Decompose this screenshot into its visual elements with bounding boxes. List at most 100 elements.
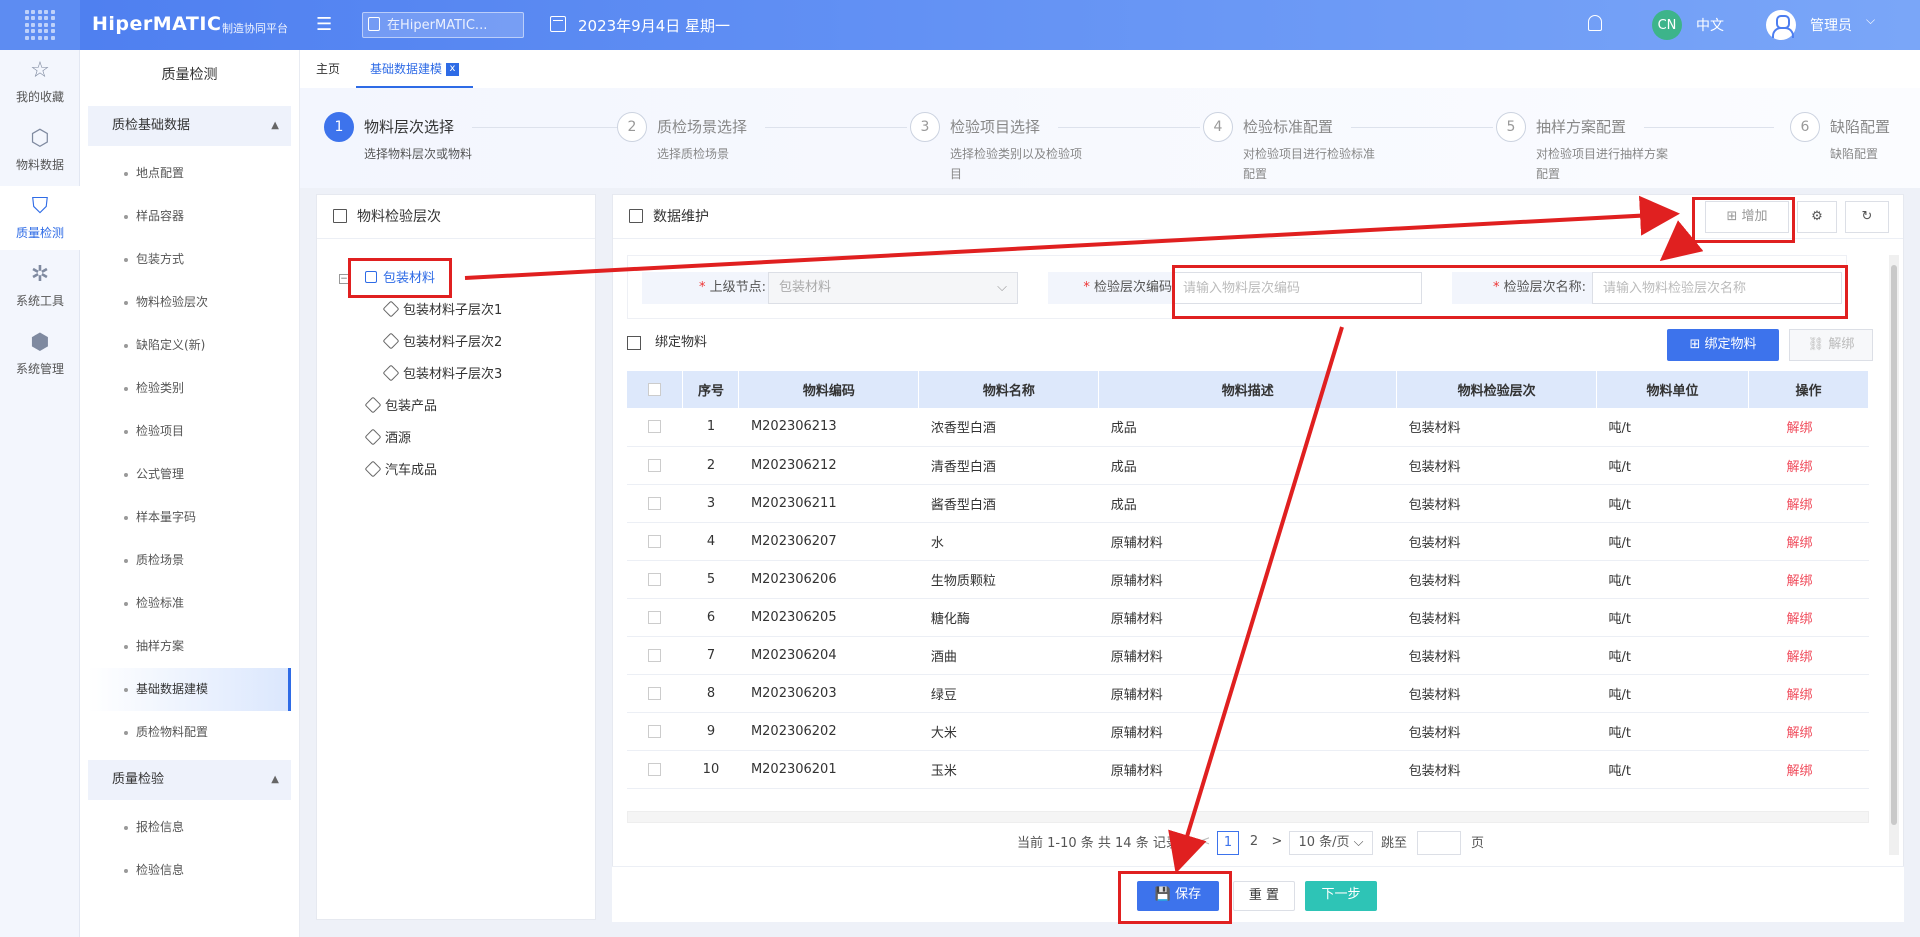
reset-button[interactable]: 重 置 xyxy=(1233,881,1295,911)
save-button[interactable]: 💾 保存 xyxy=(1137,881,1219,911)
sidebar-group-base[interactable]: 质检基础数据 ▲ xyxy=(88,106,291,146)
row-checkbox[interactable] xyxy=(648,610,662,624)
sidebar-item-active[interactable]: 基础数据建模 xyxy=(88,668,291,711)
global-search-input[interactable] xyxy=(362,12,524,38)
row-checkbox[interactable] xyxy=(648,496,662,510)
rail-item-quality[interactable]: ⛉ 质量检测 xyxy=(0,186,80,250)
unbind-link[interactable]: 解绑 xyxy=(1748,484,1869,523)
sidebar-item[interactable]: 检验类别 xyxy=(80,367,299,410)
add-button[interactable]: ⊞ 增加 xyxy=(1705,201,1789,233)
parent-node-select[interactable]: 包装材料 ⌵ xyxy=(768,272,1018,304)
select-all-cell xyxy=(627,371,684,408)
settings-gear-icon[interactable]: ⚙ xyxy=(1797,201,1837,233)
sidebar-item[interactable]: 公式管理 xyxy=(80,453,299,496)
table-row[interactable]: 8 M202306203 绿豆 原辅材料 包装材料 吨/t 解绑 xyxy=(627,674,1869,713)
table-cell: 原辅材料 xyxy=(1098,560,1397,599)
row-checkbox[interactable] xyxy=(648,648,662,662)
user-name[interactable]: 管理员 xyxy=(1810,15,1852,35)
bell-icon[interactable] xyxy=(1588,15,1602,31)
jump-page-input[interactable] xyxy=(1417,831,1461,855)
table-row[interactable]: 6 M202306205 糖化酶 原辅材料 包装材料 吨/t 解绑 xyxy=(627,598,1869,637)
table-row[interactable]: 3 M202306211 酱香型白酒 成品 包装材料 吨/t 解绑 xyxy=(627,484,1869,523)
tree-node-child[interactable]: 包装材料子层次3 xyxy=(382,363,502,382)
select-all-checkbox[interactable] xyxy=(648,383,662,396)
row-checkbox[interactable] xyxy=(648,762,662,776)
sidebar-item[interactable]: 报检信息 xyxy=(80,806,299,849)
tree-node[interactable]: 酒源 xyxy=(364,427,411,446)
unbind-link[interactable]: 解绑 xyxy=(1748,522,1869,561)
sidebar-item[interactable]: 包装方式 xyxy=(80,238,299,281)
tree-node-root[interactable]: 包装材料 xyxy=(365,267,435,286)
row-checkbox[interactable] xyxy=(648,572,662,586)
table-cell: 吨/t xyxy=(1596,560,1749,599)
language-label[interactable]: 中文 xyxy=(1696,15,1724,35)
user-avatar-icon[interactable] xyxy=(1766,10,1796,40)
sidebar-item[interactable]: 质检物料配置 xyxy=(80,711,299,754)
tree-node[interactable]: 包装产品 xyxy=(364,395,437,414)
table-cell: 吨/t xyxy=(1596,446,1749,485)
close-icon[interactable]: x xyxy=(446,63,460,76)
rail-item-tools[interactable]: ✲ 系统工具 xyxy=(0,254,80,318)
row-checkbox[interactable] xyxy=(648,420,662,434)
tree-node-child[interactable]: 包装材料子层次1 xyxy=(382,299,502,318)
table-row[interactable]: 1 M202306213 浓香型白酒 成品 包装材料 吨/t 解绑 xyxy=(627,408,1869,447)
sidebar-item[interactable]: 样本量字码 xyxy=(80,496,299,539)
tree-node[interactable]: 汽车成品 xyxy=(364,459,437,478)
tab-home[interactable]: 主页 xyxy=(316,50,340,88)
horizontal-scrollbar[interactable] xyxy=(627,811,1869,823)
sidebar-item[interactable]: 样品容器 xyxy=(80,195,299,238)
sidebar-item[interactable]: 检验信息 xyxy=(80,849,299,892)
table-row[interactable]: 10 M202306201 玉米 原辅材料 包装材料 吨/t 解绑 xyxy=(627,750,1869,789)
bind-material-button[interactable]: ⊞ 绑定物料 xyxy=(1667,329,1779,361)
unbind-link[interactable]: 解绑 xyxy=(1748,674,1869,713)
unbind-link[interactable]: 解绑 xyxy=(1748,636,1869,675)
next-step-button[interactable]: 下一步 xyxy=(1305,881,1377,911)
sidebar-item[interactable]: 抽样方案 xyxy=(80,625,299,668)
unbind-link[interactable]: 解绑 xyxy=(1748,560,1869,599)
unbind-link[interactable]: 解绑 xyxy=(1748,408,1869,447)
chevron-down-icon[interactable]: ⌵ xyxy=(1866,13,1875,28)
sidebar-item[interactable]: 物料检验层次 xyxy=(80,281,299,324)
sidebar-item[interactable]: 地点配置 xyxy=(80,152,299,195)
rail-item-system[interactable]: ⬢ 系统管理 xyxy=(0,322,80,386)
unbind-button[interactable]: ⛓ 解绑 xyxy=(1789,329,1873,361)
row-checkbox[interactable] xyxy=(648,534,662,548)
tree-node-child[interactable]: 包装材料子层次2 xyxy=(382,331,502,350)
sidebar-item[interactable]: 检验标准 xyxy=(80,582,299,625)
collapse-icon[interactable]: − xyxy=(339,274,349,284)
row-checkbox[interactable] xyxy=(648,724,662,738)
col-header: 物料描述 xyxy=(1098,371,1398,408)
rail-item-material-data[interactable]: ⬡ 物料数据 xyxy=(0,118,80,182)
table-cell: 吨/t xyxy=(1596,484,1749,523)
page-size-select[interactable]: 10 条/页 ⌵ xyxy=(1289,831,1373,855)
unbind-link[interactable]: 解绑 xyxy=(1748,598,1869,637)
edit-form: * 上级节点: 包装材料⌵ * 检验层次编码 * 检验层次名称: xyxy=(627,255,1847,319)
table-row[interactable]: 7 M202306204 酒曲 原辅材料 包装材料 吨/t 解绑 xyxy=(627,636,1869,675)
rail-item-favorites[interactable]: ☆ 我的收藏 xyxy=(0,50,80,114)
code-input[interactable] xyxy=(1172,272,1422,304)
language-badge[interactable]: CN xyxy=(1652,10,1682,40)
unbind-link[interactable]: 解绑 xyxy=(1748,446,1869,485)
menu-toggle-icon[interactable]: ☰ xyxy=(316,14,332,35)
table-row[interactable]: 4 M202306207 水原辅材料 包装材料 吨/t 解绑 xyxy=(627,522,1869,561)
next-page-button[interactable]: > xyxy=(1269,831,1285,855)
table-row[interactable]: 9 M202306202 大米 原辅材料 包装材料 吨/t 解绑 xyxy=(627,712,1869,751)
name-input[interactable] xyxy=(1592,272,1842,304)
sidebar-item[interactable]: 缺陷定义(新) xyxy=(80,324,299,367)
page-2-button[interactable]: 2 xyxy=(1243,831,1265,855)
sidebar-group-inspection[interactable]: 质量检验 ▲ xyxy=(88,760,291,800)
unbind-link[interactable]: 解绑 xyxy=(1748,712,1869,751)
row-checkbox[interactable] xyxy=(648,686,662,700)
table-row[interactable]: 5 M202306206 生物质颗粒 原辅材料 包装材料 吨/t 解绑 xyxy=(627,560,1869,599)
tab-active[interactable]: 基础数据建模 x xyxy=(356,50,474,88)
vertical-scrollbar[interactable] xyxy=(1889,255,1899,855)
row-checkbox[interactable] xyxy=(648,458,662,472)
page-1-button[interactable]: 1 xyxy=(1217,831,1239,855)
prev-page-button[interactable]: < xyxy=(1197,831,1213,855)
sidebar-item[interactable]: 检验项目 xyxy=(80,410,299,453)
unbind-link[interactable]: 解绑 xyxy=(1748,750,1869,789)
refresh-icon[interactable]: ↻ xyxy=(1845,201,1889,233)
sidebar-item[interactable]: 质检场景 xyxy=(80,539,299,582)
app-grid-icon[interactable] xyxy=(0,0,80,50)
table-row[interactable]: 2 M202306212 清香型白酒 成品 包装材料 吨/t 解绑 xyxy=(627,446,1869,485)
